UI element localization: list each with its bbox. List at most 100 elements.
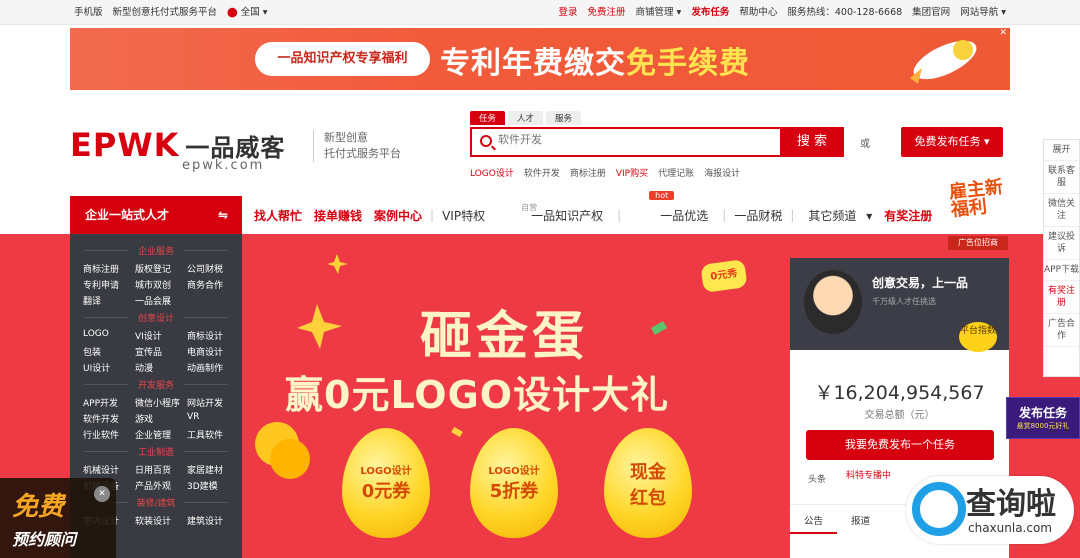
headline-label: 头条 (808, 475, 827, 485)
keyword-link[interactable]: VIP购买 (616, 166, 648, 179)
contact-service[interactable]: 联系客服 (1044, 161, 1079, 194)
register-link[interactable]: 免费注册 (588, 0, 626, 25)
nav-item[interactable]: 有奖注册 (878, 207, 938, 224)
close-icon[interactable]: ✕ (999, 28, 1007, 38)
close-icon[interactable]: ✕ (94, 486, 110, 502)
nav-item[interactable]: 自营一品知识产权 (491, 203, 615, 224)
hero-subtitle: 赢0元LOGO设计大礼 (285, 373, 670, 417)
category-menu-button[interactable]: 企业一站式人才 ⇋ (70, 196, 242, 234)
keyword-link[interactable]: LOGO设计 (470, 166, 514, 179)
menu-item[interactable]: 建筑设计 (187, 514, 239, 527)
menu-item[interactable]: 机械设计 (83, 463, 135, 476)
search-button[interactable]: 搜 索 (780, 127, 844, 157)
nav-item[interactable]: 一品财税 (728, 207, 788, 224)
nav-item[interactable]: VIP特权 (436, 207, 491, 224)
menu-item[interactable]: 翻译 (83, 294, 135, 307)
menu-item[interactable]: 3D建模 (187, 479, 239, 492)
keyword-link[interactable]: 代理记账 (658, 166, 694, 179)
header: EPWK一品威客 epwk.com 新型创意托付式服务平台 任务 人才 服务 搜… (70, 110, 1010, 195)
menu-item[interactable]: 微信小程序 (135, 396, 187, 409)
menu-item[interactable]: VR (187, 412, 239, 425)
menu-item[interactable]: 电商设计 (187, 345, 239, 358)
feedback[interactable]: 建议投诉 (1044, 227, 1079, 260)
hero-banner[interactable]: 0元秀 砸金蛋 赢0元LOGO设计大礼 LOGO设计 0元券 LOGO设计 5折券 … (242, 234, 790, 558)
location-selector[interactable]: ⬤ 全国 ▾ (227, 0, 267, 25)
hot-badge: hot (649, 190, 675, 200)
tab-task[interactable]: 任务 (470, 111, 506, 125)
menu-item[interactable]: 产品外观 (135, 479, 187, 492)
menu-item[interactable]: 家居建材 (187, 463, 239, 476)
site-nav-menu[interactable]: 网站导航 ▾ (960, 0, 1006, 25)
mobile-link[interactable]: 手机版 (74, 0, 103, 25)
ad-tag[interactable]: 广告位招商 (948, 236, 1008, 250)
menu-item[interactable]: 网站开发 (187, 396, 239, 409)
menu-item[interactable]: 动漫 (135, 361, 187, 374)
nav-item[interactable]: 找人帮忙 (248, 207, 308, 224)
boss-welfare-badge[interactable]: 雇主新福利 (948, 177, 1011, 221)
menu-item[interactable]: 商标注册 (83, 262, 135, 275)
keyword-link[interactable]: 商标注册 (570, 166, 606, 179)
trade-amount: ￥16,204,954,567 (814, 382, 985, 404)
trade-amount-label: 交易总额（元） (864, 410, 935, 421)
top-bar: 手机版 新型创意托付式服务平台 ⬤ 全国 ▾ 登录 免费注册 商铺管理 ▾ 发布… (0, 0, 1080, 25)
menu-item[interactable]: 软装设计 (135, 514, 187, 527)
banner-text: 专利年费缴交免手续费 (440, 46, 750, 81)
nav-item[interactable]: 其它频道 ▾ (796, 207, 878, 224)
search-icon (480, 135, 492, 147)
store-menu[interactable]: 商铺管理 ▾ (636, 0, 682, 25)
menu-item[interactable]: LOGO (83, 329, 135, 342)
menu-item[interactable]: 动画制作 (187, 361, 239, 374)
tab-report[interactable]: 报道 (837, 505, 884, 534)
nav-item[interactable]: 接单赚钱 (308, 207, 368, 224)
nav-divider: | (617, 208, 622, 222)
menu-item[interactable]: 企业管理 (135, 428, 187, 441)
nav-divider: | (722, 208, 727, 222)
panel-title: 创意交易，上一品 (872, 276, 969, 290)
ad-cooperation[interactable]: 广告合作 (1044, 314, 1079, 347)
tab-service[interactable]: 服务 (546, 111, 582, 125)
menu-item[interactable]: 专利申请 (83, 278, 135, 291)
menu-item[interactable]: UI设计 (83, 361, 135, 374)
menu-item[interactable]: APP开发 (83, 396, 135, 409)
menu-item[interactable]: 公司财税 (187, 262, 239, 275)
post-task-link[interactable]: 发布任务 (691, 0, 729, 25)
platform-index-badge[interactable]: 平台指数 (959, 322, 997, 352)
nav-item[interactable]: hot一品优选 (623, 190, 720, 224)
expand-button[interactable]: 展开 (1044, 140, 1079, 161)
promo-banner[interactable]: 一品知识产权专享福利 专利年费缴交免手续费 ✕ (70, 28, 1010, 90)
or-text: 或 (860, 139, 870, 150)
menu-item[interactable]: 商务合作 (187, 278, 239, 291)
slogan: 新型创意 托付式服务平台 (313, 130, 401, 162)
headline-link[interactable]: 科特专播中 (846, 468, 891, 481)
menu-item[interactable]: 工具软件 (187, 428, 239, 441)
menu-item[interactable]: 软件开发 (83, 412, 135, 425)
menu-item[interactable]: 包装 (83, 345, 135, 358)
reward-register[interactable]: 有奖注册 (1044, 281, 1079, 314)
free-consult-widget[interactable]: 免费 预约顾问 ✕ (0, 478, 116, 558)
free-publish-button[interactable]: 我要免费发布一个任务 (806, 430, 994, 460)
menu-item[interactable]: VI设计 (135, 329, 187, 342)
login-link[interactable]: 登录 (558, 0, 577, 25)
wechat-follow[interactable]: 微信关注 (1044, 194, 1079, 227)
menu-item[interactable]: 日用百货 (135, 463, 187, 476)
nav-item[interactable]: 案例中心 (368, 207, 428, 224)
menu-section-title: 创意设计 (70, 311, 242, 324)
tab-notice[interactable]: 公告 (790, 505, 838, 534)
menu-item[interactable]: 一品会展 (135, 294, 187, 307)
menu-item[interactable]: 版权登记 (135, 262, 187, 275)
site-logo[interactable]: EPWK 一品威客 epwk.com (70, 126, 285, 173)
menu-item[interactable]: 城市双创 (135, 278, 187, 291)
menu-item[interactable]: 游戏 (135, 412, 187, 425)
post-task-float-ad[interactable]: 发布任务 悬赏8000元好礼 (1006, 397, 1080, 439)
app-download[interactable]: APP下载 (1044, 260, 1079, 281)
group-site-link[interactable]: 集团官网 (912, 0, 950, 25)
menu-item[interactable]: 行业软件 (83, 428, 135, 441)
help-link[interactable]: 帮助中心 (739, 0, 777, 25)
search-input[interactable] (498, 134, 778, 146)
publish-task-button[interactable]: 免费发布任务 ▾ (901, 127, 1003, 157)
menu-item[interactable]: 商标设计 (187, 329, 239, 342)
keyword-link[interactable]: 软件开发 (524, 166, 560, 179)
menu-item[interactable]: 宣传品 (135, 345, 187, 358)
tab-talent[interactable]: 人才 (508, 111, 544, 125)
keyword-link[interactable]: 海报设计 (704, 166, 740, 179)
